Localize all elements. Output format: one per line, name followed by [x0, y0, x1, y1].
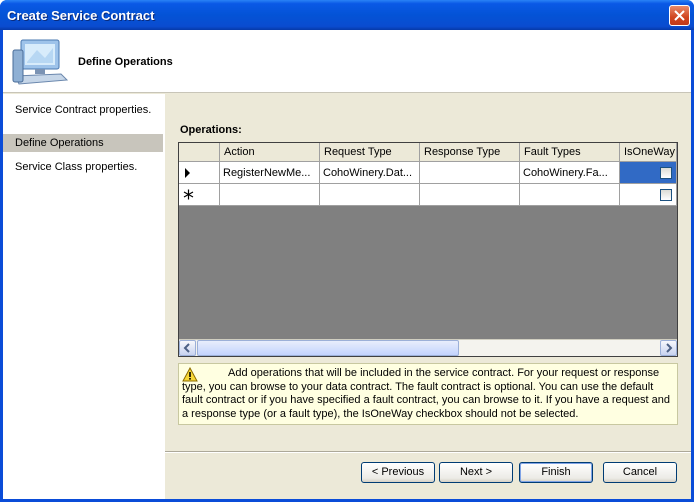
step-label: Service Class properties. [15, 161, 138, 173]
column-header-response-type[interactable]: Response Type [420, 143, 520, 162]
finish-button[interactable]: Finish [519, 462, 593, 483]
cell-action[interactable] [220, 184, 320, 206]
cell-request-type[interactable]: CohoWinery.Dat... [320, 162, 420, 184]
row-header-corner [179, 143, 220, 162]
cell-request-type[interactable] [320, 184, 420, 206]
isoneway-checkbox[interactable] [660, 189, 672, 201]
step-label: Define Operations [15, 137, 104, 149]
scroll-left-button[interactable] [179, 340, 196, 356]
table-row[interactable]: RegisterNewMe... CohoWinery.Dat... CohoW… [179, 162, 677, 184]
new-table-row[interactable] [179, 184, 677, 206]
window-title: Create Service Contract [7, 8, 155, 23]
row-arrow-icon [185, 168, 190, 178]
asterisk-icon [183, 189, 194, 200]
column-header-fault-types[interactable]: Fault Types [520, 143, 620, 162]
dialog-client-area: Define Operations Service Contract prope… [3, 30, 691, 499]
cell-response-type[interactable] [420, 162, 520, 184]
computer-icon [12, 39, 69, 85]
title-bar[interactable]: Create Service Contract [0, 0, 694, 30]
column-header-action[interactable]: Action [220, 143, 320, 162]
info-panel: Add operations that will be included in … [178, 363, 678, 425]
column-header-request-type[interactable]: Request Type [320, 143, 420, 162]
operations-label: Operations: [180, 124, 242, 136]
grid-header-row: Action Request Type Response Type Fault … [179, 143, 677, 162]
cancel-button[interactable]: Cancel [603, 462, 677, 483]
scroll-thumb[interactable] [197, 340, 459, 356]
operations-grid[interactable]: Action Request Type Response Type Fault … [178, 142, 678, 357]
current-row-indicator [179, 162, 220, 184]
page-title: Define Operations [78, 56, 173, 68]
wizard-steps: Service Contract properties. Define Oper… [3, 94, 165, 499]
close-icon [674, 10, 685, 21]
column-header-isoneway[interactable]: IsOneWay [620, 143, 677, 162]
scroll-right-button[interactable] [660, 340, 677, 356]
wizard-main: Operations: Action Request Type Response… [165, 94, 691, 499]
step-label: Service Contract properties. [15, 104, 152, 116]
info-text: Add operations that will be included in … [182, 367, 670, 420]
cell-isoneway[interactable] [620, 184, 677, 206]
isoneway-checkbox[interactable] [660, 167, 672, 179]
cell-response-type[interactable] [420, 184, 520, 206]
step-define-operations[interactable]: Define Operations [3, 134, 163, 152]
divider [165, 451, 691, 453]
horizontal-scrollbar[interactable] [179, 339, 677, 356]
next-button[interactable]: Next > [439, 462, 513, 483]
chevron-right-icon [666, 343, 673, 353]
dialog-window: Create Service Contract Define Operation… [0, 0, 694, 502]
step-service-contract[interactable]: Service Contract properties. [3, 104, 163, 117]
cell-isoneway[interactable] [620, 162, 677, 184]
new-row-indicator [179, 184, 220, 206]
cell-fault-types[interactable] [520, 184, 620, 206]
previous-button[interactable]: < Previous [361, 462, 435, 483]
cell-action[interactable]: RegisterNewMe... [220, 162, 320, 184]
wizard-header: Define Operations [3, 30, 691, 93]
chevron-left-icon [183, 343, 190, 353]
close-button[interactable] [669, 5, 690, 26]
step-service-class[interactable]: Service Class properties. [3, 161, 163, 174]
cell-fault-types[interactable]: CohoWinery.Fa... [520, 162, 620, 184]
